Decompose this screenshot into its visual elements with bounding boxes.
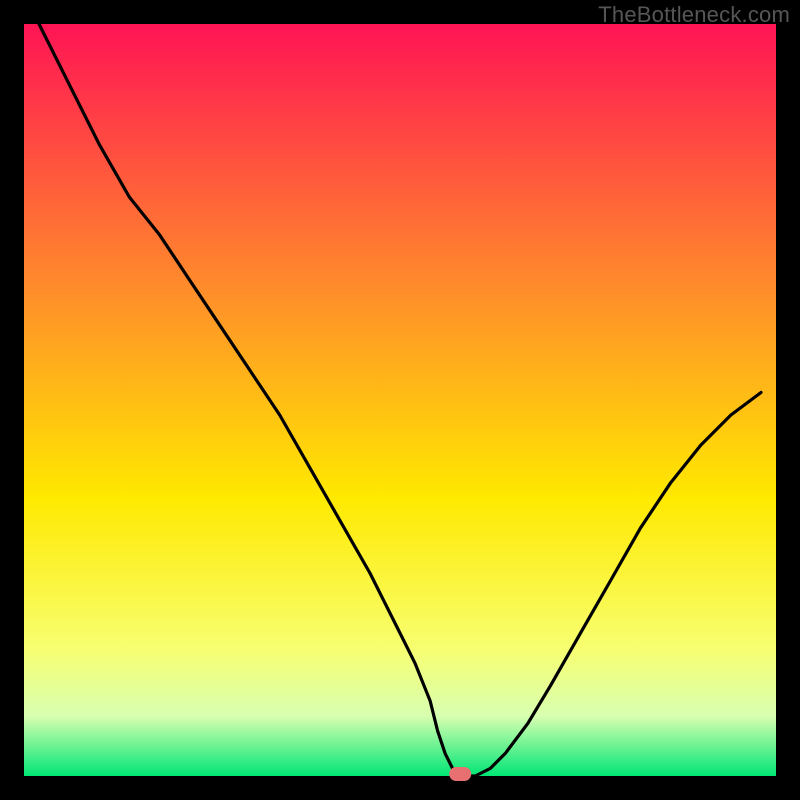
- plot-background: [24, 24, 776, 776]
- minimum-marker: [449, 767, 471, 781]
- chart-frame: { "watermark": "TheBottleneck.com", "col…: [0, 0, 800, 800]
- bottleneck-plot: [0, 0, 800, 800]
- watermark-text: TheBottleneck.com: [598, 2, 790, 28]
